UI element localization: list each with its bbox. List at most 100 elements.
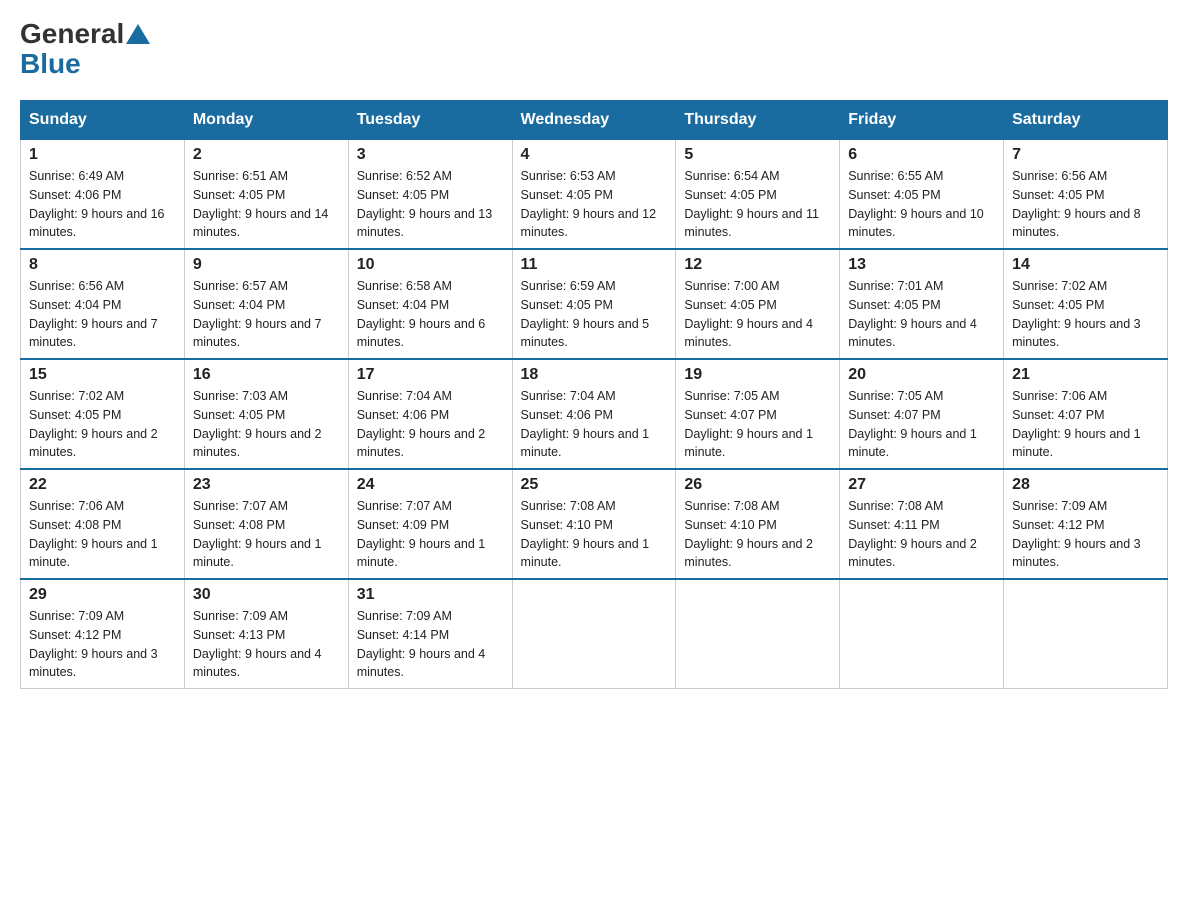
col-header-saturday: Saturday xyxy=(1004,101,1168,140)
col-header-wednesday: Wednesday xyxy=(512,101,676,140)
calendar-cell xyxy=(840,579,1004,689)
col-header-tuesday: Tuesday xyxy=(348,101,512,140)
day-number: 6 xyxy=(848,146,995,164)
day-info: Sunrise: 7:07 AMSunset: 4:08 PMDaylight:… xyxy=(193,499,322,569)
day-info: Sunrise: 7:07 AMSunset: 4:09 PMDaylight:… xyxy=(357,499,486,569)
day-info: Sunrise: 7:04 AMSunset: 4:06 PMDaylight:… xyxy=(521,389,650,459)
day-number: 22 xyxy=(29,476,176,494)
calendar-cell: 24 Sunrise: 7:07 AMSunset: 4:09 PMDaylig… xyxy=(348,469,512,579)
calendar-cell: 30 Sunrise: 7:09 AMSunset: 4:13 PMDaylig… xyxy=(184,579,348,689)
calendar-week-row: 15 Sunrise: 7:02 AMSunset: 4:05 PMDaylig… xyxy=(21,359,1168,469)
calendar-cell: 23 Sunrise: 7:07 AMSunset: 4:08 PMDaylig… xyxy=(184,469,348,579)
day-number: 10 xyxy=(357,256,504,274)
day-info: Sunrise: 7:00 AMSunset: 4:05 PMDaylight:… xyxy=(684,279,813,349)
col-header-friday: Friday xyxy=(840,101,1004,140)
day-info: Sunrise: 7:05 AMSunset: 4:07 PMDaylight:… xyxy=(684,389,813,459)
day-number: 26 xyxy=(684,476,831,494)
day-info: Sunrise: 7:09 AMSunset: 4:14 PMDaylight:… xyxy=(357,609,486,679)
calendar-cell: 28 Sunrise: 7:09 AMSunset: 4:12 PMDaylig… xyxy=(1004,469,1168,579)
calendar-table: SundayMondayTuesdayWednesdayThursdayFrid… xyxy=(20,100,1168,689)
calendar-cell: 9 Sunrise: 6:57 AMSunset: 4:04 PMDayligh… xyxy=(184,249,348,359)
day-number: 3 xyxy=(357,146,504,164)
day-number: 24 xyxy=(357,476,504,494)
logo-general-text: General xyxy=(20,20,124,48)
day-number: 18 xyxy=(521,366,668,384)
day-info: Sunrise: 6:59 AMSunset: 4:05 PMDaylight:… xyxy=(521,279,650,349)
day-number: 1 xyxy=(29,146,176,164)
day-info: Sunrise: 6:56 AMSunset: 4:05 PMDaylight:… xyxy=(1012,169,1141,239)
day-info: Sunrise: 6:52 AMSunset: 4:05 PMDaylight:… xyxy=(357,169,493,239)
day-number: 23 xyxy=(193,476,340,494)
calendar-cell: 26 Sunrise: 7:08 AMSunset: 4:10 PMDaylig… xyxy=(676,469,840,579)
calendar-cell: 10 Sunrise: 6:58 AMSunset: 4:04 PMDaylig… xyxy=(348,249,512,359)
day-info: Sunrise: 7:08 AMSunset: 4:11 PMDaylight:… xyxy=(848,499,977,569)
day-info: Sunrise: 7:09 AMSunset: 4:12 PMDaylight:… xyxy=(1012,499,1141,569)
day-info: Sunrise: 6:53 AMSunset: 4:05 PMDaylight:… xyxy=(521,169,657,239)
day-number: 9 xyxy=(193,256,340,274)
day-number: 25 xyxy=(521,476,668,494)
day-info: Sunrise: 7:08 AMSunset: 4:10 PMDaylight:… xyxy=(521,499,650,569)
day-info: Sunrise: 7:06 AMSunset: 4:07 PMDaylight:… xyxy=(1012,389,1141,459)
day-info: Sunrise: 6:55 AMSunset: 4:05 PMDaylight:… xyxy=(848,169,984,239)
calendar-cell xyxy=(1004,579,1168,689)
day-info: Sunrise: 7:09 AMSunset: 4:12 PMDaylight:… xyxy=(29,609,158,679)
day-info: Sunrise: 7:04 AMSunset: 4:06 PMDaylight:… xyxy=(357,389,486,459)
calendar-cell: 18 Sunrise: 7:04 AMSunset: 4:06 PMDaylig… xyxy=(512,359,676,469)
day-info: Sunrise: 7:06 AMSunset: 4:08 PMDaylight:… xyxy=(29,499,158,569)
calendar-cell: 27 Sunrise: 7:08 AMSunset: 4:11 PMDaylig… xyxy=(840,469,1004,579)
page-header: General Blue xyxy=(20,20,1168,80)
logo: General Blue xyxy=(20,20,152,80)
calendar-header-row: SundayMondayTuesdayWednesdayThursdayFrid… xyxy=(21,101,1168,140)
calendar-cell: 13 Sunrise: 7:01 AMSunset: 4:05 PMDaylig… xyxy=(840,249,1004,359)
calendar-cell: 21 Sunrise: 7:06 AMSunset: 4:07 PMDaylig… xyxy=(1004,359,1168,469)
calendar-week-row: 22 Sunrise: 7:06 AMSunset: 4:08 PMDaylig… xyxy=(21,469,1168,579)
day-number: 4 xyxy=(521,146,668,164)
day-number: 20 xyxy=(848,366,995,384)
day-info: Sunrise: 6:54 AMSunset: 4:05 PMDaylight:… xyxy=(684,169,819,239)
col-header-thursday: Thursday xyxy=(676,101,840,140)
calendar-cell: 5 Sunrise: 6:54 AMSunset: 4:05 PMDayligh… xyxy=(676,140,840,250)
day-number: 21 xyxy=(1012,366,1159,384)
day-number: 8 xyxy=(29,256,176,274)
day-info: Sunrise: 6:56 AMSunset: 4:04 PMDaylight:… xyxy=(29,279,158,349)
day-number: 19 xyxy=(684,366,831,384)
day-number: 14 xyxy=(1012,256,1159,274)
calendar-cell: 1 Sunrise: 6:49 AMSunset: 4:06 PMDayligh… xyxy=(21,140,185,250)
calendar-cell: 16 Sunrise: 7:03 AMSunset: 4:05 PMDaylig… xyxy=(184,359,348,469)
day-info: Sunrise: 6:49 AMSunset: 4:06 PMDaylight:… xyxy=(29,169,165,239)
calendar-week-row: 29 Sunrise: 7:09 AMSunset: 4:12 PMDaylig… xyxy=(21,579,1168,689)
day-number: 30 xyxy=(193,586,340,604)
day-info: Sunrise: 7:01 AMSunset: 4:05 PMDaylight:… xyxy=(848,279,977,349)
day-info: Sunrise: 7:02 AMSunset: 4:05 PMDaylight:… xyxy=(29,389,158,459)
logo-triangle-icon xyxy=(126,24,150,44)
day-info: Sunrise: 6:51 AMSunset: 4:05 PMDaylight:… xyxy=(193,169,329,239)
day-info: Sunrise: 6:57 AMSunset: 4:04 PMDaylight:… xyxy=(193,279,322,349)
day-info: Sunrise: 7:08 AMSunset: 4:10 PMDaylight:… xyxy=(684,499,813,569)
calendar-cell: 29 Sunrise: 7:09 AMSunset: 4:12 PMDaylig… xyxy=(21,579,185,689)
day-number: 28 xyxy=(1012,476,1159,494)
calendar-week-row: 8 Sunrise: 6:56 AMSunset: 4:04 PMDayligh… xyxy=(21,249,1168,359)
day-number: 17 xyxy=(357,366,504,384)
calendar-cell: 6 Sunrise: 6:55 AMSunset: 4:05 PMDayligh… xyxy=(840,140,1004,250)
calendar-week-row: 1 Sunrise: 6:49 AMSunset: 4:06 PMDayligh… xyxy=(21,140,1168,250)
day-info: Sunrise: 7:09 AMSunset: 4:13 PMDaylight:… xyxy=(193,609,322,679)
calendar-cell: 19 Sunrise: 7:05 AMSunset: 4:07 PMDaylig… xyxy=(676,359,840,469)
calendar-cell: 14 Sunrise: 7:02 AMSunset: 4:05 PMDaylig… xyxy=(1004,249,1168,359)
day-info: Sunrise: 6:58 AMSunset: 4:04 PMDaylight:… xyxy=(357,279,486,349)
calendar-cell: 22 Sunrise: 7:06 AMSunset: 4:08 PMDaylig… xyxy=(21,469,185,579)
day-number: 2 xyxy=(193,146,340,164)
calendar-cell: 3 Sunrise: 6:52 AMSunset: 4:05 PMDayligh… xyxy=(348,140,512,250)
calendar-cell: 31 Sunrise: 7:09 AMSunset: 4:14 PMDaylig… xyxy=(348,579,512,689)
day-number: 13 xyxy=(848,256,995,274)
day-number: 11 xyxy=(521,256,668,274)
calendar-cell xyxy=(512,579,676,689)
calendar-cell: 11 Sunrise: 6:59 AMSunset: 4:05 PMDaylig… xyxy=(512,249,676,359)
day-number: 31 xyxy=(357,586,504,604)
calendar-cell: 2 Sunrise: 6:51 AMSunset: 4:05 PMDayligh… xyxy=(184,140,348,250)
calendar-cell: 12 Sunrise: 7:00 AMSunset: 4:05 PMDaylig… xyxy=(676,249,840,359)
day-number: 7 xyxy=(1012,146,1159,164)
calendar-cell: 17 Sunrise: 7:04 AMSunset: 4:06 PMDaylig… xyxy=(348,359,512,469)
calendar-cell: 8 Sunrise: 6:56 AMSunset: 4:04 PMDayligh… xyxy=(21,249,185,359)
logo-blue-text: Blue xyxy=(20,48,81,79)
calendar-cell xyxy=(676,579,840,689)
